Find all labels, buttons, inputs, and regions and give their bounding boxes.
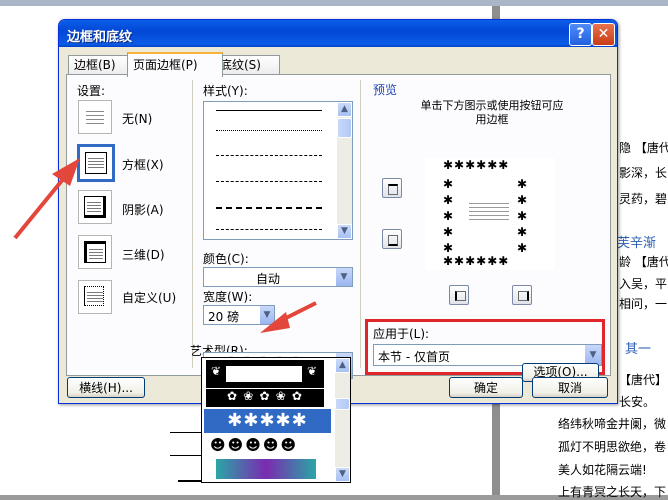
setting-shadow-icon[interactable] bbox=[78, 190, 112, 224]
doc-line: 美人如花隔云端! bbox=[558, 463, 647, 477]
art-option-stars-selected[interactable]: ✱✱✱✱✱ bbox=[204, 409, 331, 433]
doc-line: 隐 【唐代 bbox=[619, 141, 668, 155]
style-label: 样式(Y): bbox=[203, 84, 248, 98]
document-top-strip bbox=[0, 0, 668, 6]
preview-art-border-right: ✱ ✱ ✱ ✱ ✱ bbox=[517, 177, 528, 255]
cancel-button[interactable]: 取消 bbox=[532, 377, 608, 398]
apply-label: 应用于(L): bbox=[373, 327, 430, 341]
doc-line: 影深，长 bbox=[619, 166, 668, 180]
setting-box-label[interactable]: 方框(X) bbox=[122, 156, 164, 173]
art-option-pattern[interactable] bbox=[216, 459, 316, 479]
color-value: 自动 bbox=[255, 272, 280, 286]
horizontal-line-button[interactable]: 横线(H)... bbox=[67, 377, 145, 398]
left-border-icon bbox=[455, 291, 466, 301]
style-dashdot-line[interactable] bbox=[216, 229, 322, 230]
tab-page-border[interactable]: 页面边框(P) bbox=[127, 52, 223, 77]
preview-art-border-left: ✱ ✱ ✱ ✱ ✱ bbox=[443, 177, 454, 255]
color-label: 颜色(C): bbox=[203, 252, 249, 266]
doc-line: 入吴，平 bbox=[619, 277, 668, 291]
style-dotted-line[interactable] bbox=[216, 130, 322, 131]
doc-line-mark bbox=[178, 480, 202, 482]
width-label: 宽度(W): bbox=[203, 290, 253, 304]
doc-heading: 其一 bbox=[625, 342, 652, 357]
close-button[interactable]: ✕ bbox=[592, 23, 615, 46]
doc-line: 长安。 bbox=[619, 395, 656, 409]
doc-line: 灵药，碧 bbox=[619, 192, 668, 206]
scroll-down-arrow[interactable]: ▼ bbox=[337, 224, 352, 239]
top-border-icon bbox=[388, 184, 398, 195]
width-value: 20 磅 bbox=[208, 310, 240, 324]
doc-line: 【唐代】 bbox=[619, 373, 668, 387]
setting-none-icon[interactable] bbox=[78, 100, 112, 134]
bottom-border-button[interactable] bbox=[382, 229, 402, 249]
chevron-down-icon[interactable]: ▼ bbox=[335, 268, 352, 286]
art-option-faces[interactable]: ☻☻☻☻☻ bbox=[210, 436, 322, 456]
doc-line: 相问，一 bbox=[619, 297, 668, 311]
left-border-button[interactable] bbox=[449, 285, 469, 305]
color-combo[interactable]: 自动 ▼ bbox=[203, 267, 353, 287]
chevron-down-icon[interactable]: ▼ bbox=[259, 306, 274, 324]
apply-value: 本节 - 仅首页 bbox=[378, 350, 450, 364]
art-option-swirl[interactable]: ✿ ❀ ✿ ❀ ✿ bbox=[206, 389, 324, 407]
style-dashed-line[interactable] bbox=[216, 207, 322, 209]
art-scrollbar[interactable]: ▲ ▼ bbox=[335, 358, 350, 482]
tab-shading[interactable]: 底纹(S) bbox=[214, 55, 280, 75]
doc-line: 络纬秋啼金井阑，微 bbox=[558, 417, 667, 431]
help-button[interactable]: ? bbox=[569, 23, 592, 46]
setting-none-label[interactable]: 无(N) bbox=[122, 110, 152, 127]
setting-shadow-label[interactable]: 阴影(A) bbox=[122, 201, 164, 218]
right-border-icon bbox=[518, 291, 529, 301]
preview-art-border-top: ✱✱✱✱✱✱ bbox=[443, 158, 510, 172]
style-dashed-line[interactable] bbox=[216, 155, 322, 156]
style-solid-line[interactable] bbox=[216, 110, 322, 111]
scroll-thumb[interactable] bbox=[335, 398, 350, 410]
column-divider bbox=[360, 80, 361, 368]
art-option-frame[interactable]: ❦ ❦ bbox=[206, 360, 324, 388]
column-divider bbox=[192, 80, 193, 368]
art-dropdown-list[interactable]: ❦ ❦ ✿ ❀ ✿ ❀ ✿ ✱✱✱✱✱ ☻☻☻☻☻ ▲ ▼ bbox=[201, 357, 351, 483]
borders-shading-dialog: 边框和底纹 ? ✕ 边框(B) 页面边框(P) 底纹(S) 设置: 无(N) 方… bbox=[58, 19, 618, 404]
doc-heading: 芙辛渐 bbox=[617, 236, 657, 251]
doc-line: 龄 【唐代 bbox=[619, 255, 668, 269]
preview-label: 预览 bbox=[373, 83, 398, 97]
doc-line: 上有青冥之长天，下 bbox=[558, 485, 667, 499]
preview-art-border-bottom: ✱✱✱✱✱✱ bbox=[443, 254, 510, 268]
scroll-thumb[interactable] bbox=[337, 118, 352, 138]
tab-panel: 设置: 无(N) 方框(X) 阴影(A) 三维(D) 自定义(U) 样式(Y): bbox=[66, 74, 611, 382]
style-dashed-line[interactable] bbox=[216, 181, 322, 182]
doc-line-mark bbox=[170, 432, 202, 433]
setting-3d-icon[interactable] bbox=[78, 235, 112, 269]
width-combo[interactable]: 20 磅 ▼ bbox=[203, 305, 275, 325]
scroll-up-arrow[interactable]: ▲ bbox=[337, 102, 352, 117]
scroll-down-arrow[interactable]: ▼ bbox=[335, 467, 350, 482]
preview-page[interactable]: ✱✱✱✱✱✱ ✱✱✱✱✱✱ ✱ ✱ ✱ ✱ ✱ ✱ ✱ ✱ ✱ ✱ bbox=[425, 158, 555, 270]
setting-box-icon[interactable] bbox=[77, 144, 115, 182]
dialog-title: 边框和底纹 bbox=[67, 30, 133, 45]
setting-custom-label[interactable]: 自定义(U) bbox=[122, 289, 176, 306]
bottom-border-icon bbox=[388, 235, 398, 246]
scroll-up-arrow[interactable]: ▲ bbox=[335, 358, 350, 373]
setting-custom-icon[interactable] bbox=[78, 280, 112, 314]
setting-3d-label[interactable]: 三维(D) bbox=[122, 246, 165, 263]
top-border-button[interactable] bbox=[382, 178, 402, 198]
doc-line-mark bbox=[170, 455, 202, 456]
style-scrollbar[interactable]: ▲ ▼ bbox=[337, 102, 352, 239]
right-border-button[interactable] bbox=[512, 285, 532, 305]
preview-hint: 单击下方图示或使用按钮可应用边框 bbox=[420, 99, 564, 126]
ok-button[interactable]: 确定 bbox=[449, 377, 523, 398]
title-bar: 边框和底纹 ? ✕ bbox=[59, 20, 617, 47]
style-listbox[interactable]: ▲ ▼ bbox=[203, 101, 353, 240]
preview-text-lines bbox=[469, 200, 509, 220]
chevron-down-icon[interactable]: ▼ bbox=[584, 345, 601, 365]
tab-borders[interactable]: 边框(B) bbox=[68, 55, 130, 75]
doc-line: 孤灯不明思欲绝，卷 bbox=[558, 440, 667, 454]
settings-label: 设置: bbox=[77, 84, 106, 98]
